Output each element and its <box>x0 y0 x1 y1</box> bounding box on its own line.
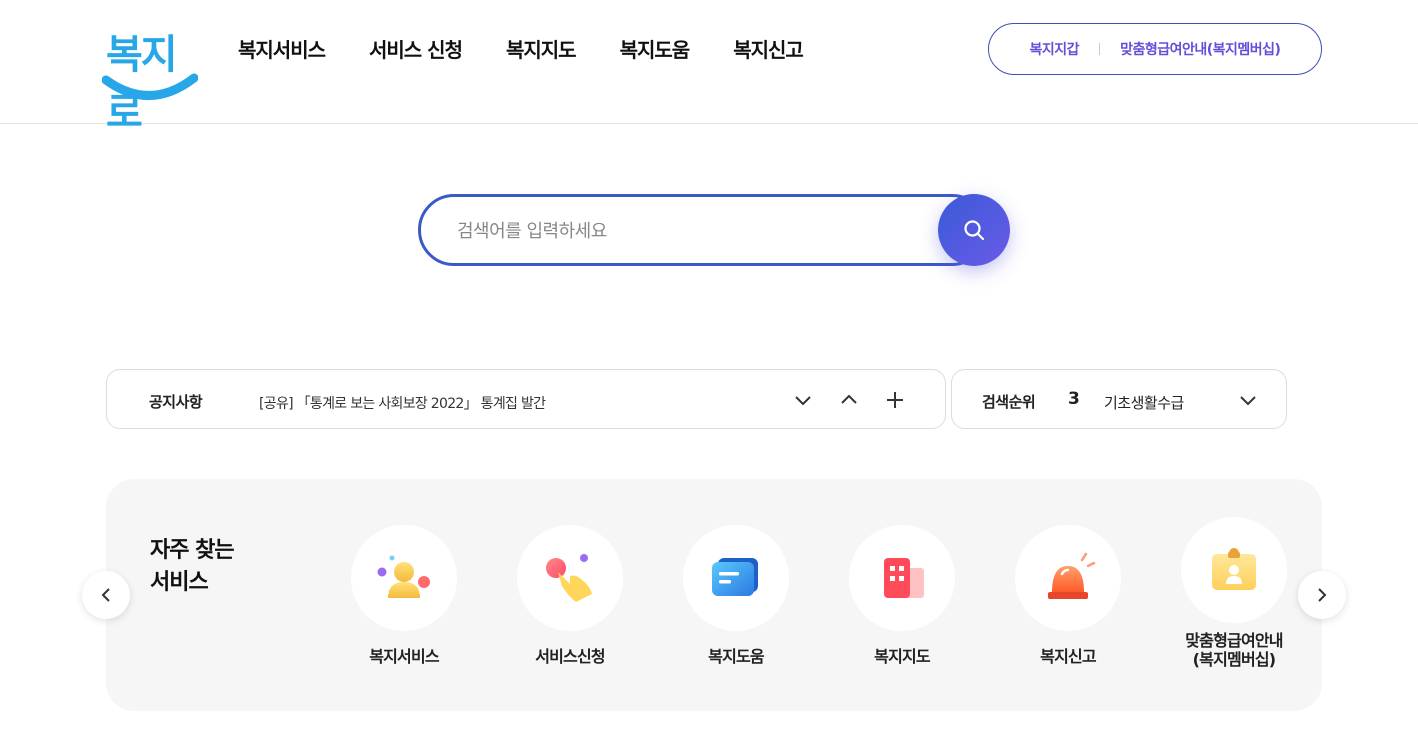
membership-link[interactable]: 맞춤형급여안내(복지멤버십) <box>1120 39 1281 59</box>
service-label: 복지신고 <box>1040 647 1096 666</box>
chevron-left-icon <box>101 588 110 602</box>
main-nav: 복지서비스 서비스 신청 복지지도 복지도움 복지신고 <box>238 34 847 63</box>
notice-next-button[interactable] <box>791 388 815 412</box>
frequent-services-panel: 자주 찾는 서비스 복지서비스 서비스신청 복지도움 복지지도 복지신고 맞춤형… <box>106 479 1322 711</box>
service-apply[interactable]: 서비스신청 <box>495 525 645 666</box>
frequent-services-title: 자주 찾는 서비스 <box>150 535 235 599</box>
service-label: 복지도움 <box>708 647 764 666</box>
site-header: 복지로 복지서비스 서비스 신청 복지지도 복지도움 복지신고 복지지갑 맞춤형… <box>0 0 1418 136</box>
plus-icon <box>887 392 903 408</box>
wallet-link[interactable]: 복지지갑 <box>1030 39 1080 59</box>
carousel-next-button[interactable] <box>1298 571 1346 619</box>
service-membership[interactable]: 맞춤형급여안내 (복지멤버십) <box>1159 517 1309 669</box>
util-links: 복지지갑 맞춤형급여안내(복지멤버십) <box>988 23 1322 75</box>
nav-service-apply[interactable]: 서비스 신청 <box>369 34 463 63</box>
service-icon-circle <box>683 525 789 631</box>
nav-welfare-map[interactable]: 복지지도 <box>506 34 577 63</box>
nav-welfare-help[interactable]: 복지도움 <box>620 34 691 63</box>
carousel-prev-button[interactable] <box>82 571 130 619</box>
service-icon-circle <box>351 525 457 631</box>
service-icon-circle <box>849 525 955 631</box>
notice-bar: 공지사항 [공유] 「통계로 보는 사회보장 2022」 통계집 발간 <box>106 369 946 429</box>
service-label-line: (복지멤버십) <box>1192 650 1276 669</box>
chevron-down-icon <box>1240 396 1256 406</box>
hand-tap-icon <box>546 554 592 602</box>
service-help[interactable]: 복지도움 <box>661 525 811 666</box>
notice-text[interactable]: [공유] 「통계로 보는 사회보장 2022」 통계집 발간 <box>259 393 546 413</box>
search-button[interactable] <box>938 194 1010 266</box>
chevron-up-icon <box>841 394 857 404</box>
divider <box>1099 43 1101 55</box>
service-label: 맞춤형급여안내 (복지멤버십) <box>1159 631 1309 669</box>
title-line: 서비스 <box>150 570 209 595</box>
rank-label: 검색순위 <box>982 393 1036 411</box>
chevron-right-icon <box>1318 588 1327 602</box>
service-report[interactable]: 복지신고 <box>993 525 1143 666</box>
service-map[interactable]: 복지지도 <box>827 525 977 666</box>
service-icon-circle <box>1015 525 1121 631</box>
title-line: 자주 찾는 <box>150 538 235 563</box>
search-rank-bar: 검색순위 3 기초생활수급 <box>951 369 1287 429</box>
service-label: 복지서비스 <box>369 647 439 666</box>
search-input[interactable] <box>457 215 917 247</box>
service-welfare[interactable]: 복지서비스 <box>329 525 479 666</box>
notice-label: 공지사항 <box>149 393 203 411</box>
siren-icon <box>1048 552 1096 599</box>
rank-expand-button[interactable] <box>1236 388 1260 412</box>
person-service-icon <box>377 555 430 598</box>
notice-prev-button[interactable] <box>837 388 861 412</box>
chevron-down-icon <box>795 396 811 406</box>
service-label: 서비스신청 <box>535 647 605 666</box>
logo[interactable]: 복지로 <box>102 20 198 136</box>
notice-more-button[interactable] <box>883 388 907 412</box>
building-icon <box>884 558 924 598</box>
search-icon <box>964 220 985 241</box>
rank-number: 3 <box>1068 389 1080 409</box>
service-label: 복지지도 <box>874 647 930 666</box>
service-icon-circle <box>517 525 623 631</box>
logo-smile-icon <box>102 73 198 100</box>
rank-keyword[interactable]: 기초생활수급 <box>1104 392 1184 413</box>
message-card-icon <box>712 558 758 596</box>
nav-welfare-service[interactable]: 복지서비스 <box>238 34 326 63</box>
membership-card-icon <box>1212 548 1256 590</box>
search-box <box>418 194 988 266</box>
search-area <box>418 194 1010 266</box>
service-label-line: 맞춤형급여안내 <box>1185 631 1283 650</box>
nav-welfare-report[interactable]: 복지신고 <box>733 34 804 63</box>
service-icon-circle <box>1181 517 1287 623</box>
